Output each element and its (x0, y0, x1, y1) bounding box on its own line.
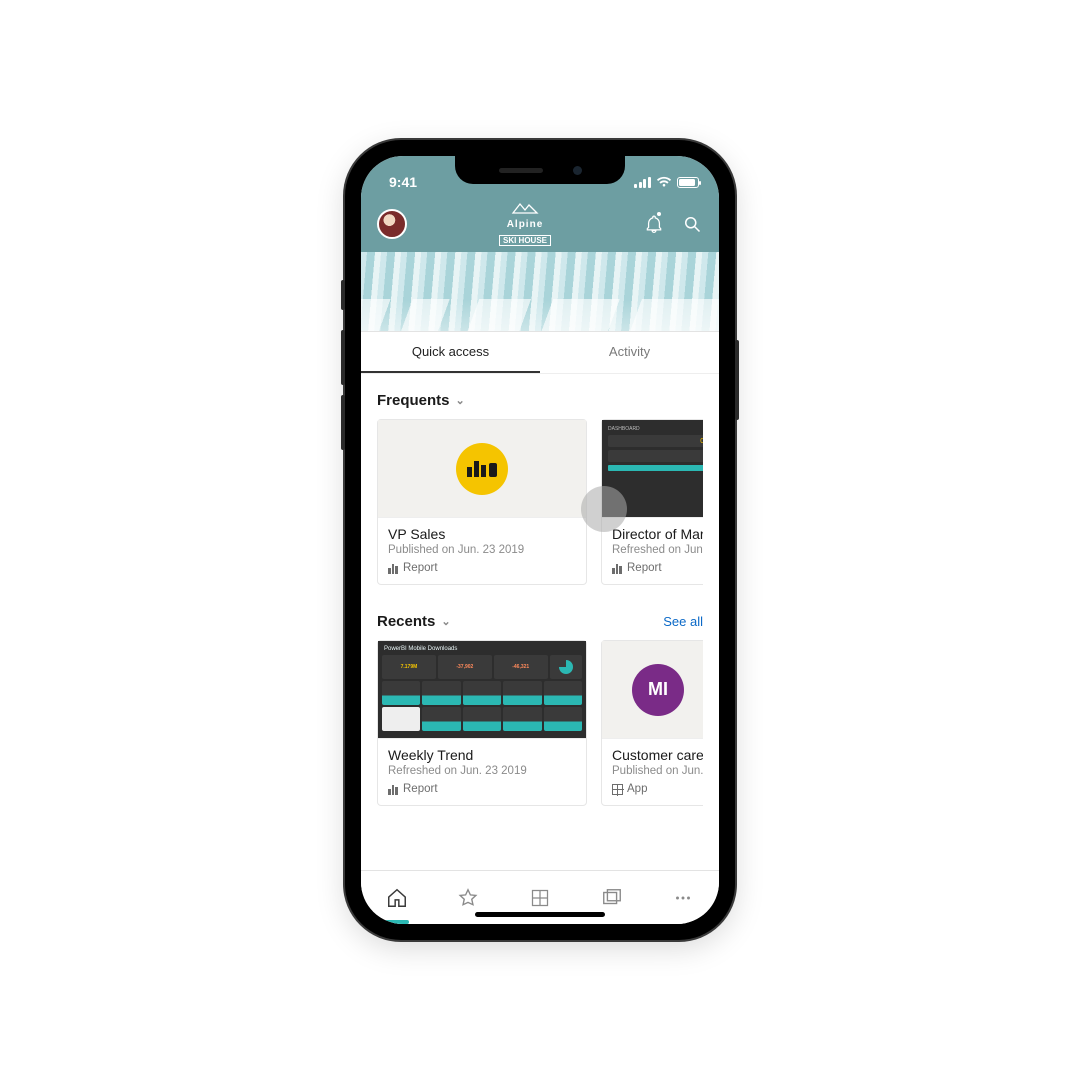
card-thumbnail (378, 420, 586, 518)
avatar[interactable] (377, 209, 407, 239)
tab-label: Activity (609, 344, 650, 359)
brand-name-bottom: SKI HOUSE (499, 235, 551, 246)
card-subtitle: Published on Jun. (612, 765, 703, 777)
card-type-label: Report (403, 562, 438, 574)
home-indicator[interactable] (475, 912, 605, 917)
speaker (499, 168, 543, 173)
notification-dot-icon (656, 211, 662, 217)
volume-up-button (341, 330, 345, 385)
battery-icon (677, 177, 699, 188)
phone-frame: 9:41 Alpine SKI HOUSE (345, 140, 735, 940)
thumb-metric: 7.179M (401, 664, 418, 670)
thumb-value: 0.7 (700, 438, 703, 445)
frequents-cards[interactable]: VP Sales Published on Jun. 23 2019 Repor… (377, 419, 703, 585)
mute-switch (341, 280, 345, 310)
section-title-label: Frequents (377, 392, 450, 409)
screen: 9:41 Alpine SKI HOUSE (361, 156, 719, 924)
search-button[interactable] (681, 213, 703, 235)
card-type-label: App (627, 783, 647, 795)
tab-quick-access[interactable]: Quick access (361, 332, 540, 373)
card-type: Report (388, 783, 576, 795)
workspace-avatar: MI (632, 664, 684, 716)
card-type: Report (612, 562, 703, 574)
card-type-label: Report (403, 783, 438, 795)
card-title: Customer care (612, 747, 703, 763)
apps-icon (530, 888, 550, 908)
touch-indicator (581, 486, 627, 532)
thumb-metric: -37,902 (456, 664, 473, 670)
card-subtitle: Refreshed on Jun (612, 544, 703, 556)
card-customer-care[interactable]: MI Customer care Published on Jun. App (601, 640, 703, 806)
status-time: 9:41 (389, 174, 417, 190)
app-icon (612, 784, 623, 795)
nav-apps[interactable] (526, 884, 554, 912)
notch (455, 156, 625, 184)
section-title-recents[interactable]: Recents ⌄ (377, 613, 451, 630)
workspaces-icon (601, 887, 623, 909)
section-title-frequents[interactable]: Frequents ⌄ (377, 392, 465, 409)
recents-cards[interactable]: PowerBI Mobile Downloads 7.179M -37,902 … (377, 640, 703, 806)
card-thumbnail: PowerBI Mobile Downloads 7.179M -37,902 … (378, 641, 586, 739)
pie-icon (559, 660, 573, 674)
star-icon (457, 887, 479, 909)
search-icon (682, 214, 702, 234)
card-type: Report (388, 562, 576, 574)
card-title: Director of Mar (612, 526, 703, 542)
content-area: Frequents ⌄ VP Sales Pu (361, 374, 719, 870)
volume-down-button (341, 395, 345, 450)
card-subtitle: Published on Jun. 23 2019 (388, 544, 576, 556)
section-frequents: Frequents ⌄ VP Sales Pu (361, 374, 719, 589)
powerbi-badge-icon (456, 443, 508, 495)
nav-home[interactable] (383, 884, 411, 912)
see-all-link[interactable]: See all (663, 614, 703, 629)
more-icon (672, 887, 694, 909)
mountain-icon (511, 202, 539, 214)
brand-logo: Alpine SKI HOUSE (499, 201, 551, 248)
status-indicators (634, 176, 699, 188)
card-thumbnail: MI (602, 641, 703, 739)
card-weekly-trend[interactable]: PowerBI Mobile Downloads 7.179M -37,902 … (377, 640, 587, 806)
nav-favorites[interactable] (454, 884, 482, 912)
nav-more[interactable] (669, 884, 697, 912)
card-vp-sales[interactable]: VP Sales Published on Jun. 23 2019 Repor… (377, 419, 587, 585)
card-title: Weekly Trend (388, 747, 576, 763)
thumb-metric: -46,321 (512, 664, 529, 670)
see-all-label: See all (663, 614, 703, 629)
brand-name-top: Alpine (499, 219, 551, 230)
home-icon (386, 887, 408, 909)
card-type: App (612, 783, 703, 795)
app-header: Alpine SKI HOUSE (361, 196, 719, 252)
bell-icon (644, 214, 664, 234)
chevron-down-icon: ⌄ (456, 394, 465, 407)
tab-activity[interactable]: Activity (540, 332, 719, 373)
tab-label: Quick access (412, 344, 489, 359)
power-button (735, 340, 739, 420)
chevron-down-icon: ⌄ (441, 615, 450, 628)
report-icon (612, 563, 623, 574)
cellular-icon (634, 177, 651, 188)
thumb-heading: DASHBOARD (608, 426, 703, 432)
hero-banner (361, 252, 719, 332)
wifi-icon (656, 176, 672, 188)
report-icon (388, 563, 399, 574)
card-title: VP Sales (388, 526, 576, 542)
section-recents: Recents ⌄ See all PowerBI Mobile Downloa… (361, 589, 719, 810)
section-title-label: Recents (377, 613, 435, 630)
tab-bar: Quick access Activity (361, 332, 719, 374)
thumb-title: PowerBI Mobile Downloads (382, 645, 582, 653)
card-type-label: Report (627, 562, 662, 574)
card-subtitle: Refreshed on Jun. 23 2019 (388, 765, 576, 777)
notifications-button[interactable] (643, 213, 665, 235)
report-icon (388, 784, 399, 795)
front-camera (573, 166, 582, 175)
nav-workspaces[interactable] (598, 884, 626, 912)
avatar-initials: MI (648, 679, 668, 700)
